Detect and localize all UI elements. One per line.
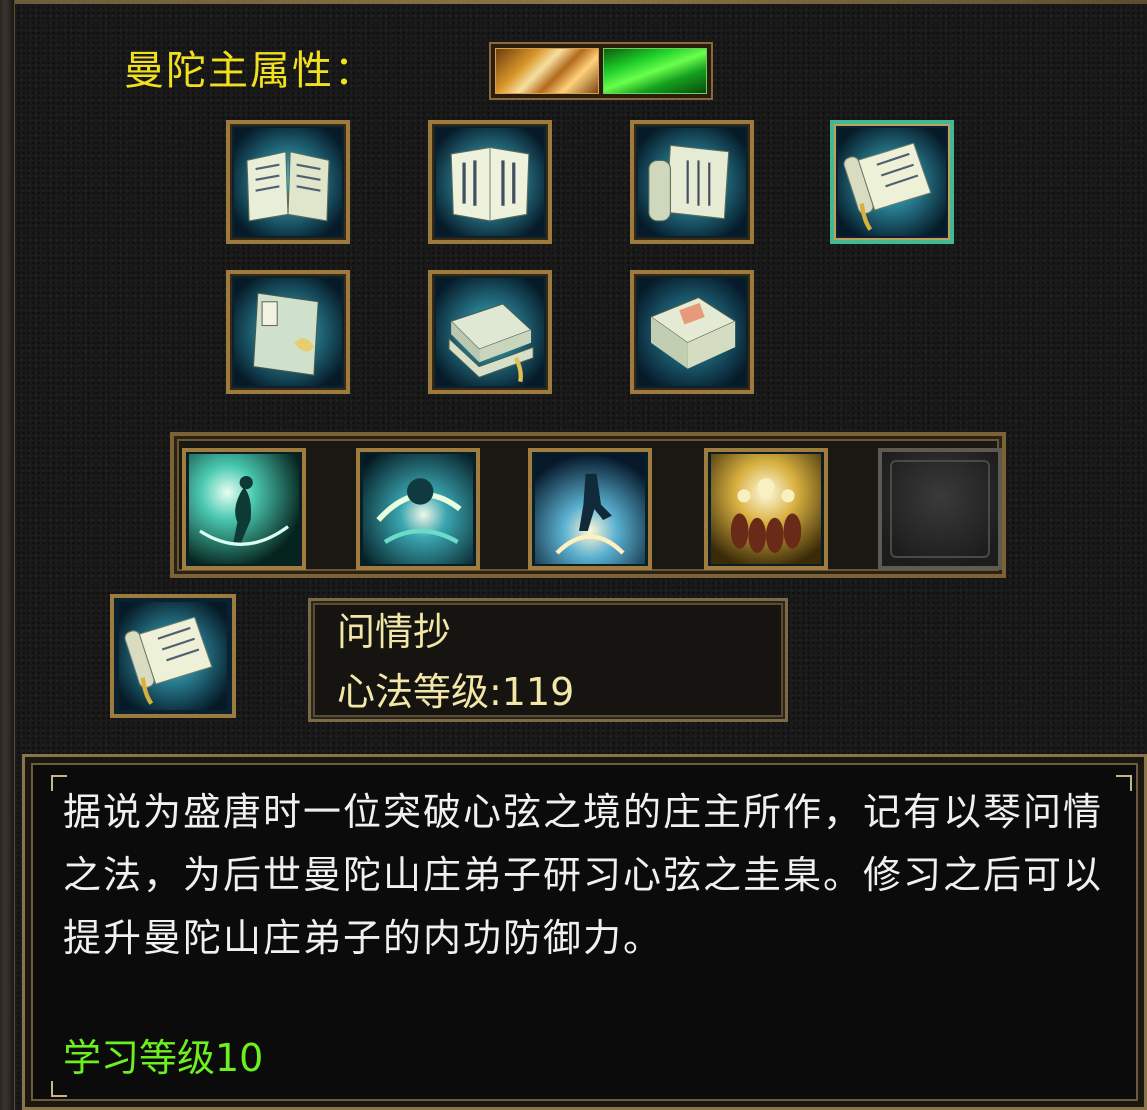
skill-slot-4[interactable] xyxy=(704,448,828,570)
description-text: 据说为盛唐时一位突破心弦之境的庄主所作，记有以琴问情之法，为后世曼陀山庄弟子研习… xyxy=(63,790,1104,960)
scroll-icon xyxy=(838,128,946,236)
skill-slot-1[interactable] xyxy=(182,448,306,570)
closed-manual-icon xyxy=(234,278,342,386)
leap-burst-skill-icon xyxy=(534,454,646,564)
attribute-elements xyxy=(489,42,713,100)
flame-summon-skill-icon xyxy=(710,454,822,564)
skill-slot-3[interactable] xyxy=(528,448,652,570)
panel-left-border xyxy=(0,0,15,1110)
book-slot-7[interactable] xyxy=(630,270,754,394)
scroll-icon xyxy=(118,602,228,710)
open-scripture-icon xyxy=(436,128,544,236)
book-slot-6[interactable] xyxy=(428,270,552,394)
boxed-book-icon xyxy=(638,278,746,386)
book-slot-4-selected[interactable] xyxy=(830,120,954,244)
empty-skill-slot-icon xyxy=(890,460,990,558)
open-book-icon xyxy=(234,128,342,236)
learn-level: 学习等级10 xyxy=(63,1036,264,1080)
thunder-element-icon xyxy=(495,48,599,94)
main-attribute-label: 曼陀主属性： xyxy=(124,48,376,94)
skill-slot-2[interactable] xyxy=(356,448,480,570)
scroll-with-book-icon xyxy=(638,128,746,236)
wind-spin-skill-icon xyxy=(188,454,300,564)
skill-slot-5-empty[interactable] xyxy=(878,448,1002,570)
book-slot-1[interactable] xyxy=(226,120,350,244)
selected-book-slot[interactable] xyxy=(110,594,236,718)
mental-method-level: 心法等级:119 xyxy=(337,670,575,714)
skill-name: 问情抄 xyxy=(337,610,452,654)
description-box: 据说为盛唐时一位突破心弦之境的庄主所作，记有以琴问情之法，为后世曼陀山庄弟子研习… xyxy=(22,754,1147,1110)
panel-top-border xyxy=(0,0,1147,4)
book-slot-5[interactable] xyxy=(226,270,350,394)
skill-strip xyxy=(170,432,1006,578)
wood-element-icon xyxy=(603,48,707,94)
skill-info-box: 问情抄 心法等级:119 xyxy=(308,598,788,722)
book-slot-3[interactable] xyxy=(630,120,754,244)
wave-slash-skill-icon xyxy=(362,454,474,564)
book-slot-2[interactable] xyxy=(428,120,552,244)
stacked-books-icon xyxy=(436,278,544,386)
